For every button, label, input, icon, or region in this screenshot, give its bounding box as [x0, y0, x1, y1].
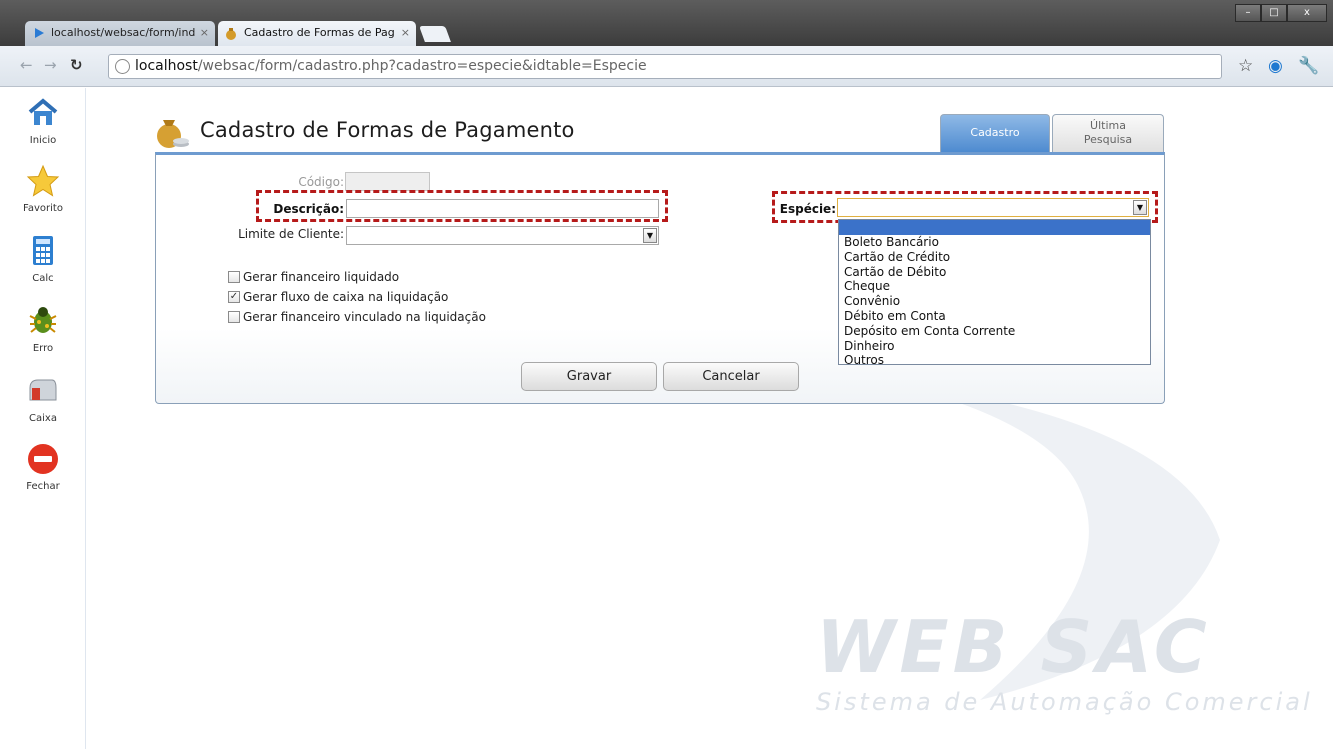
cancelar-button[interactable]: Cancelar [663, 362, 799, 391]
dropdown-option[interactable]: Dinheiro [839, 339, 1150, 354]
reload-icon[interactable]: ↻ [70, 56, 83, 74]
checkbox[interactable] [228, 271, 240, 283]
gravar-button[interactable]: Gravar [521, 362, 657, 391]
browser-titlebar: localhost/websac/form/ind × Cadastro de … [0, 0, 1333, 46]
watermark-brand: WEB SAC [816, 605, 1211, 689]
checkbox-checked[interactable]: ✓ [228, 291, 240, 303]
checkbox-gerar-fluxo-caixa[interactable]: ✓ Gerar fluxo de caixa na liquidação [228, 290, 448, 304]
codigo-field [345, 172, 430, 191]
stop-icon [28, 444, 58, 474]
browser-tab-title: localhost/websac/form/ind [51, 26, 196, 39]
mailbox-icon [29, 379, 57, 401]
codigo-label: Código: [298, 175, 344, 189]
dropdown-option[interactable]: Cartão de Crédito [839, 250, 1150, 265]
sidebar: Inicio Favorito Calc Erro Caixa Fechar [0, 88, 86, 749]
sidebar-item-label: Erro [32, 343, 54, 354]
back-arrow-icon[interactable]: ← [20, 56, 33, 74]
close-window-button[interactable]: x [1287, 4, 1327, 22]
especie-label: Espécie: [779, 202, 836, 216]
dropdown-selected-option[interactable] [839, 220, 1150, 235]
browser-tab-cadastro[interactable]: Cadastro de Formas de Pag × [218, 21, 416, 46]
minimize-button[interactable]: – [1235, 4, 1261, 22]
extension-icon[interactable]: ◉ [1268, 56, 1283, 76]
sidebar-item-label: Fechar [26, 481, 60, 492]
sidebar-item-fechar[interactable]: Fechar [0, 442, 86, 492]
new-tab-button[interactable] [419, 26, 451, 42]
checkbox[interactable] [228, 311, 240, 323]
chevron-down-icon: ▼ [643, 228, 657, 243]
tab-ultima-pesquisa[interactable]: Última Pesquisa [1052, 114, 1164, 152]
limite-cliente-label: Limite de Cliente: [238, 227, 344, 241]
forward-arrow-icon[interactable]: → [44, 56, 57, 74]
especie-dropdown-list[interactable]: Boleto Bancário Cartão de Crédito Cartão… [838, 219, 1151, 368]
browser-tab-title: Cadastro de Formas de Pag [244, 26, 395, 39]
dropdown-option[interactable]: Outros [839, 353, 1150, 368]
page-favicon-icon [35, 28, 44, 38]
sidebar-item-label: Favorito [23, 203, 63, 214]
globe-icon [115, 59, 130, 74]
bookmark-star-icon[interactable]: ☆ [1238, 56, 1253, 76]
money-bag-icon [157, 120, 189, 148]
page-title: Cadastro de Formas de Pagamento [200, 118, 575, 142]
sidebar-item-label: Inicio [29, 135, 57, 146]
tab-cadastro[interactable]: Cadastro [940, 114, 1050, 152]
bug-icon [29, 307, 57, 333]
address-bar[interactable]: localhost/websac/form/cadastro.php?cadas… [108, 54, 1222, 79]
sidebar-item-calc[interactable]: Calc [0, 234, 86, 284]
sidebar-item-inicio[interactable]: Inicio [0, 96, 86, 146]
star-icon [26, 164, 60, 197]
dropdown-option[interactable]: Depósito em Conta Corrente [839, 324, 1150, 339]
sidebar-item-favorito[interactable]: Favorito [0, 164, 86, 214]
calculator-icon [33, 236, 53, 265]
watermark-tagline: Sistema de Automação Comercial [816, 688, 1313, 716]
browser-toolbar: ← → ↻ localhost/websac/form/cadastro.php… [0, 46, 1333, 87]
sidebar-item-label: Caixa [29, 413, 57, 424]
dropdown-option[interactable]: Cheque [839, 279, 1150, 294]
sidebar-item-label: Calc [32, 273, 54, 284]
descricao-input[interactable] [346, 199, 659, 218]
browser-tab-index[interactable]: localhost/websac/form/ind × [25, 21, 215, 46]
money-bag-icon [226, 28, 236, 40]
close-tab-icon[interactable]: × [200, 26, 209, 39]
close-tab-icon[interactable]: × [401, 26, 410, 39]
wrench-icon[interactable]: 🔧 [1298, 56, 1319, 76]
dropdown-option[interactable]: Boleto Bancário [839, 235, 1150, 250]
url-text: localhost/websac/form/cadastro.php?cadas… [135, 58, 647, 74]
maximize-button[interactable]: □ [1261, 4, 1287, 22]
descricao-label: Descrição: [273, 202, 344, 216]
chevron-down-icon: ▼ [1133, 200, 1147, 215]
checkbox-gerar-financeiro-liquidado[interactable]: Gerar financeiro liquidado [228, 270, 399, 284]
dropdown-option[interactable]: Cartão de Débito [839, 265, 1150, 280]
dropdown-option[interactable]: Débito em Conta [839, 309, 1150, 324]
limite-cliente-select[interactable]: ▼ [346, 226, 659, 245]
checkbox-gerar-financeiro-vinculado[interactable]: Gerar financeiro vinculado na liquidação [228, 310, 486, 324]
window-controls: – □ x [1235, 4, 1327, 22]
sidebar-item-caixa[interactable]: Caixa [0, 374, 86, 424]
dropdown-option[interactable]: Convênio [839, 294, 1150, 309]
especie-select[interactable]: ▼ [837, 198, 1149, 217]
sidebar-item-erro[interactable]: Erro [0, 304, 86, 354]
home-icon [28, 98, 58, 125]
